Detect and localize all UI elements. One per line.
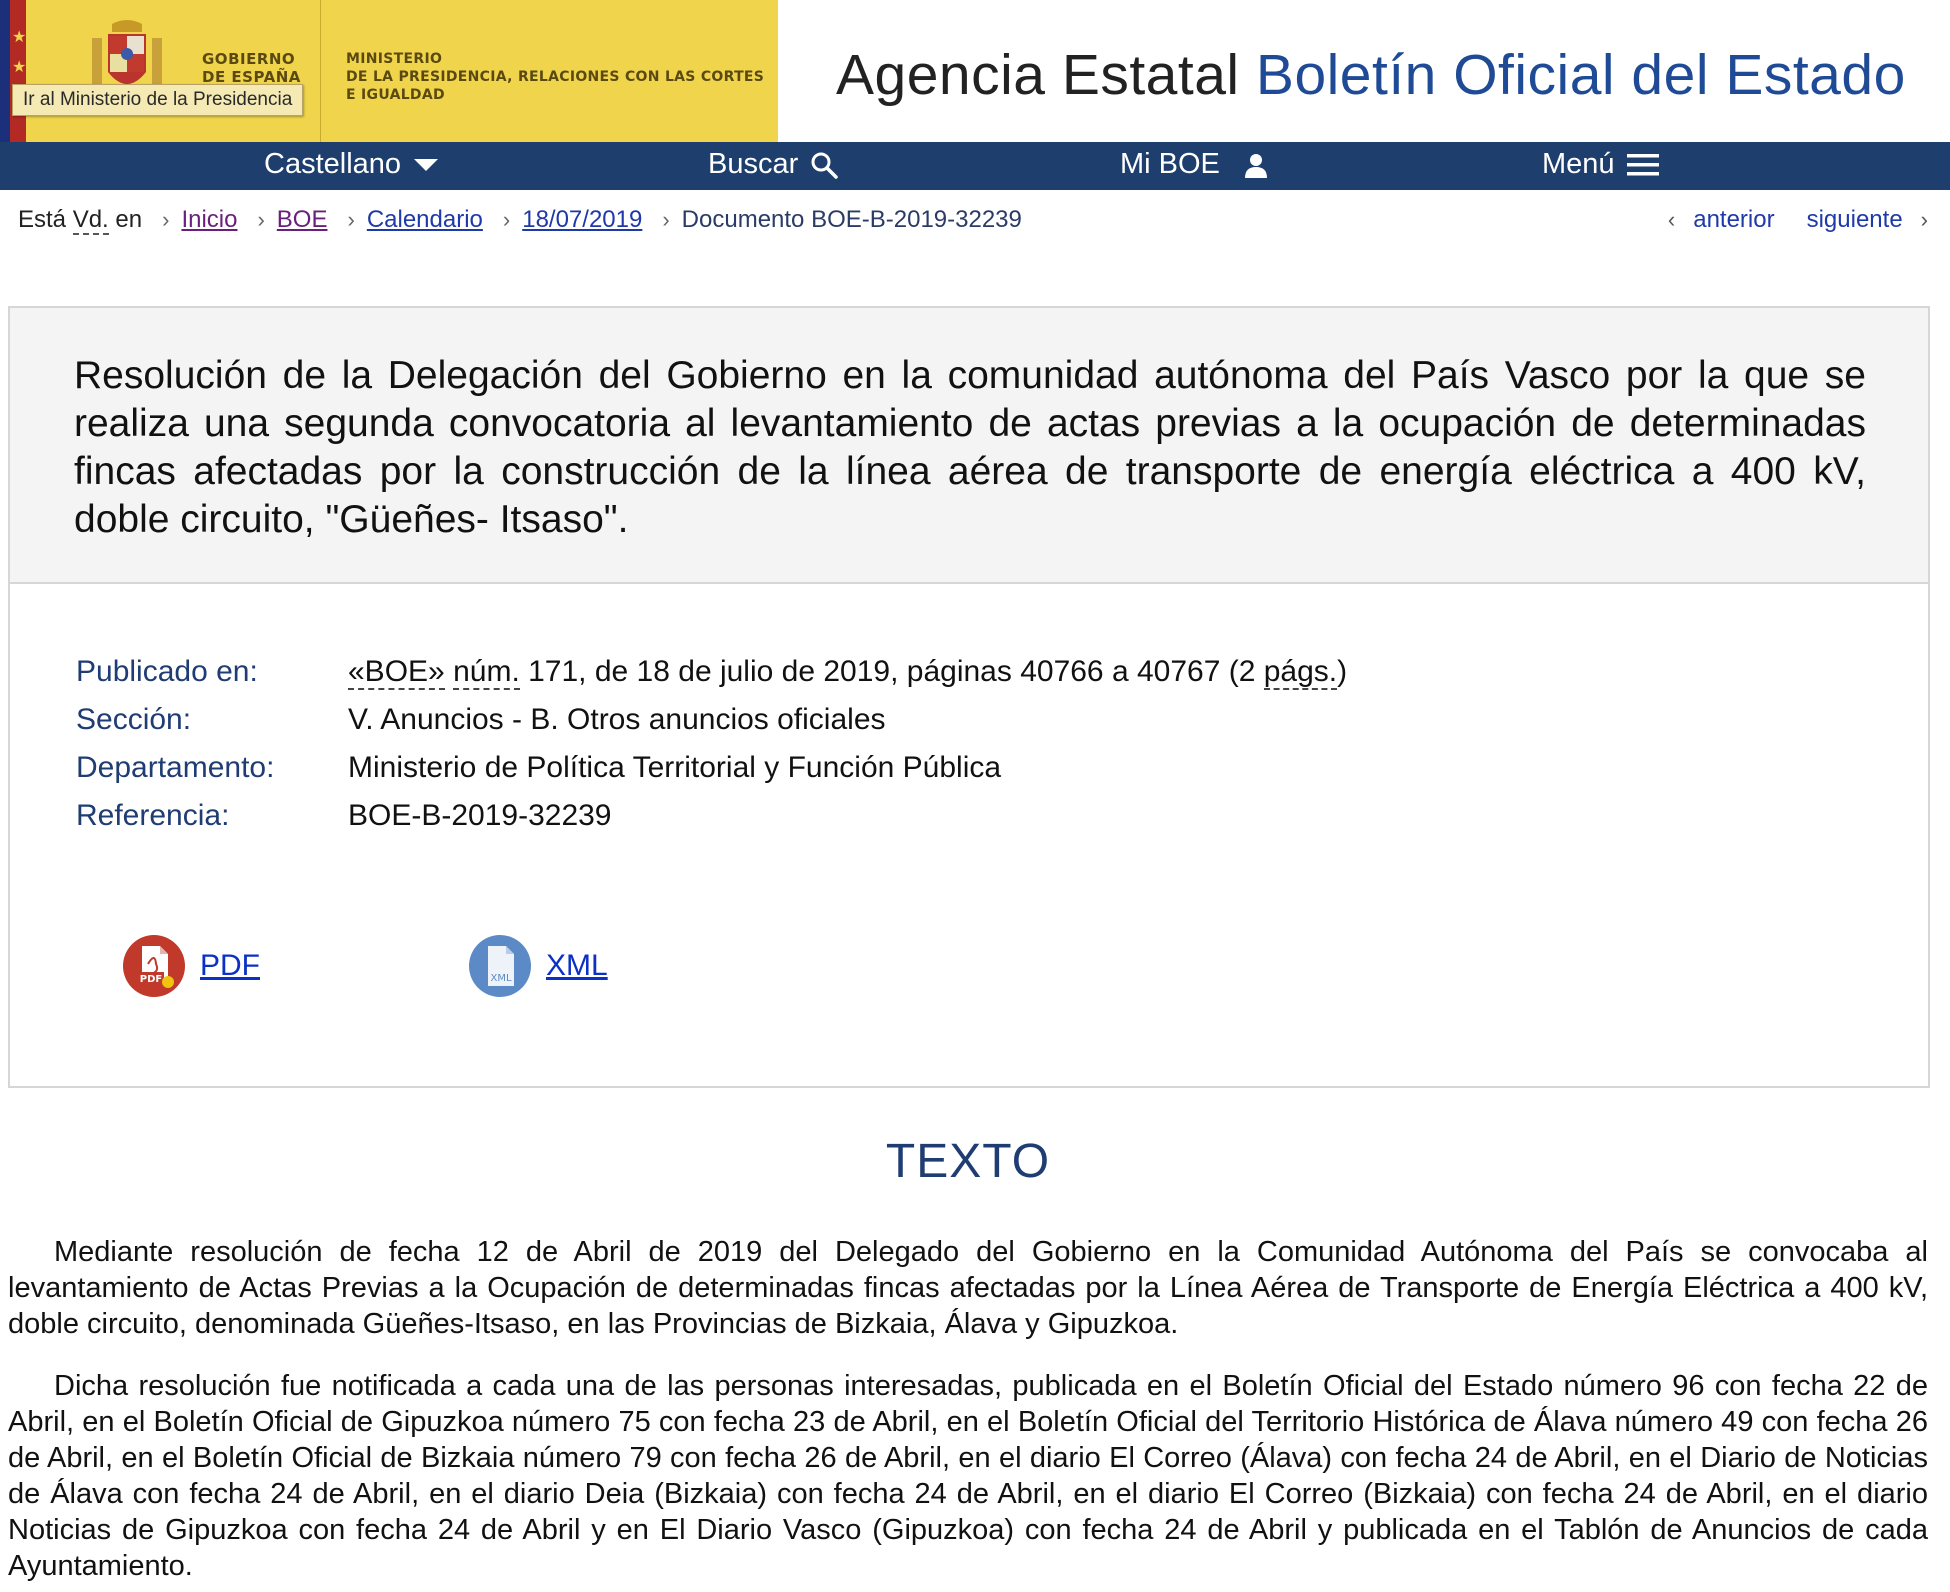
meta-label: Referencia: — [76, 799, 230, 832]
my-boe-button[interactable]: Mi BOE — [1120, 148, 1270, 181]
chevron-right-icon: › — [662, 207, 670, 232]
meta-row-reference: Referencia: BOE-B-2019-32239 — [76, 792, 1347, 840]
menu-button[interactable]: Menú — [1542, 148, 1659, 181]
section-heading-texto: TEXTO — [885, 1135, 1051, 1188]
meta-row-published: Publicado en: «BOE» núm. 171, de 18 de j… — [76, 648, 1347, 696]
ministry-tooltip: Ir al Ministerio de la Presidencia — [12, 84, 304, 116]
breadcrumb-abbr: Vd. — [72, 206, 109, 235]
pdf-link[interactable]: PDF — [200, 949, 260, 983]
search-icon — [811, 152, 839, 179]
xml-download[interactable]: XML XML — [468, 934, 608, 998]
hamburger-menu-icon — [1626, 153, 1659, 175]
pdf-download[interactable]: PDF PDF — [122, 934, 260, 998]
agency-prefix: Agencia Estatal — [836, 43, 1240, 107]
menu-label: Menú — [1542, 148, 1615, 180]
breadcrumb-date-link[interactable]: 18/07/2019 — [522, 206, 642, 234]
chevron-left-icon: ‹ — [1667, 207, 1676, 232]
document-metadata: Publicado en: «BOE» núm. 171, de 18 de j… — [76, 648, 1347, 840]
chevron-down-icon — [414, 158, 439, 171]
document-title: Resolución de la Delegación del Gobierno… — [74, 354, 1866, 541]
chevron-right-icon: › — [257, 207, 265, 232]
language-selector[interactable]: Castellano — [264, 148, 439, 181]
agency-title[interactable]: Agencia Estatal Boletín Oficial del Esta… — [836, 42, 1906, 108]
banner-divider — [320, 0, 321, 142]
breadcrumb-lead: Está Vd. en — [18, 206, 143, 235]
ministry-label: MINISTERIO DE LA PRESIDENCIA, RELACIONES… — [346, 51, 765, 103]
user-icon — [1244, 153, 1267, 178]
chevron-right-icon: › — [347, 207, 355, 232]
pdf-file-icon: PDF — [123, 935, 185, 997]
chevron-right-icon: › — [162, 207, 170, 232]
meta-label: Sección: — [76, 703, 192, 736]
meta-value: V. Anuncios - B. Otros anuncios oficiale… — [348, 703, 886, 736]
meta-label: Departamento: — [76, 751, 275, 784]
chevron-right-icon: › — [502, 207, 511, 232]
document-pagination: ‹ anterior siguiente › — [1668, 206, 1928, 234]
body-paragraph: Dicha resolución fue notificada a cada u… — [8, 1370, 1928, 1582]
language-label: Castellano — [264, 148, 402, 180]
main-navbar: Castellano Buscar Mi BOE Menú — [0, 142, 1950, 190]
meta-row-section: Sección: V. Anuncios - B. Otros anuncios… — [76, 696, 1347, 744]
eu-flag-stripe — [0, 0, 10, 142]
next-document-link[interactable]: siguiente — [1807, 206, 1903, 234]
site-header: ★ ★ GOBIERNO DE ESPAÑA MINISTERIO DE LA … — [0, 0, 1950, 142]
xml-file-icon: XML — [469, 935, 531, 997]
star-icon: ★ — [12, 59, 27, 76]
xml-link[interactable]: XML — [546, 949, 608, 983]
my-boe-label: Mi BOE — [1120, 148, 1220, 180]
breadcrumb-home-link[interactable]: Inicio — [181, 206, 237, 234]
search-button[interactable]: Buscar — [708, 148, 839, 181]
meta-label: Publicado en: — [76, 655, 258, 688]
document-summary: Resolución de la Delegación del Gobierno… — [8, 306, 1930, 1088]
previous-document-link[interactable]: anterior — [1693, 206, 1774, 234]
search-label: Buscar — [708, 148, 799, 180]
agency-name: Boletín Oficial del Estado — [1255, 43, 1906, 107]
svg-text:XML: XML — [490, 973, 511, 984]
breadcrumb-current: Documento BOE-B-2019-32239 — [681, 206, 1022, 233]
body-paragraph: Mediante resolución de fecha 12 de Abril… — [8, 1236, 1928, 1340]
meta-value: BOE-B-2019-32239 — [348, 799, 612, 832]
meta-row-department: Departamento: Ministerio de Política Ter… — [76, 744, 1347, 792]
svg-text:PDF: PDF — [140, 974, 162, 985]
government-banner[interactable]: ★ ★ GOBIERNO DE ESPAÑA MINISTERIO DE LA … — [0, 0, 778, 142]
star-icon: ★ — [12, 29, 27, 46]
document-title-panel: Resolución de la Delegación del Gobierno… — [10, 308, 1928, 584]
breadcrumb-calendar-link[interactable]: Calendario — [367, 206, 483, 234]
government-label: GOBIERNO DE ESPAÑA — [202, 50, 301, 86]
breadcrumb: Está Vd. en › Inicio › BOE › Calendario … — [18, 206, 1022, 235]
meta-value: Ministerio de Política Territorial y Fun… — [348, 751, 1002, 784]
chevron-right-icon: › — [1920, 207, 1928, 232]
meta-value: «BOE» núm. 171, de 18 de julio de 2019, … — [348, 655, 1348, 690]
breadcrumb-boe-link[interactable]: BOE — [277, 206, 328, 234]
